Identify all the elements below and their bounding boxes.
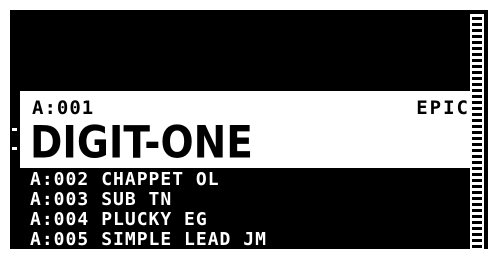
display-screen: A:001 EPIC DIGIT-ONE A:002 CHAPPET OL A:0… [10, 10, 488, 249]
preset-name: CHAPPET OL [101, 169, 220, 190]
preset-name: SUB TN [101, 189, 173, 210]
list-item[interactable]: A:004 PLUCKY EG [30, 210, 470, 230]
preset-name: SIMPLE LEAD JM [101, 229, 267, 250]
preset-code: A:005 [30, 229, 90, 250]
selected-preset-name: DIGIT-ONE [30, 117, 253, 169]
selected-preset-code: A:001 [32, 97, 95, 119]
selection-marker [12, 128, 17, 150]
scrollbar[interactable] [470, 14, 484, 249]
preset-code: A:004 [30, 209, 90, 230]
preset-code: A:003 [30, 189, 90, 210]
list-item[interactable]: A:002 CHAPPET OL [30, 170, 470, 190]
preset-name: PLUCKY EG [101, 209, 208, 230]
list-item[interactable]: A:003 SUB TN [30, 190, 470, 210]
selected-preset[interactable]: A:001 EPIC DIGIT-ONE [20, 88, 482, 169]
selected-preset-category: EPIC [416, 97, 470, 119]
preset-list: A:002 CHAPPET OL A:003 SUB TN A:004 PLUCKY … [30, 170, 470, 250]
list-item[interactable]: A:005 SIMPLE LEAD JM [30, 229, 470, 250]
preset-code: A:002 [30, 169, 90, 190]
